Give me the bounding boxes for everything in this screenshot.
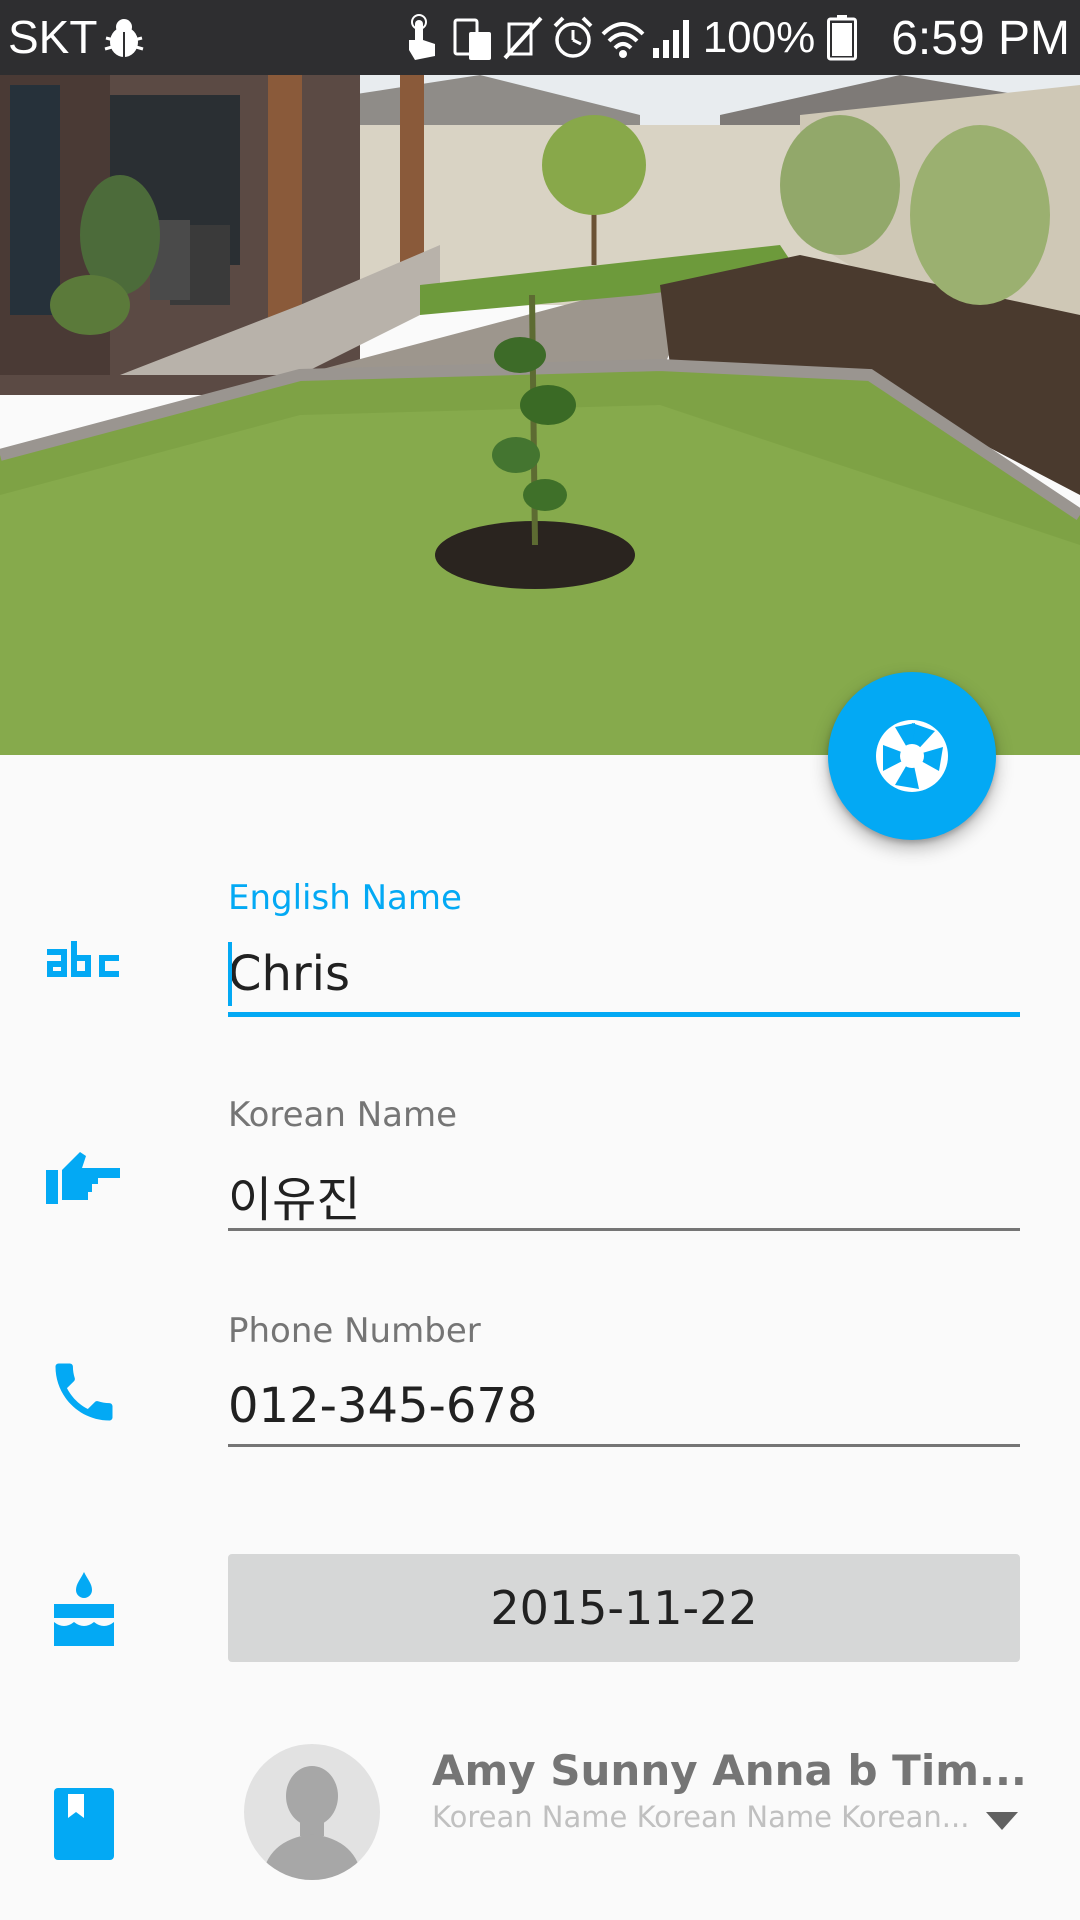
birthday-date-button[interactable]: 2015-11-22 bbox=[228, 1554, 1020, 1662]
korean-name-label: Korean Name bbox=[228, 1095, 458, 1135]
debug-bug-icon bbox=[104, 19, 144, 57]
touch-icon bbox=[408, 14, 435, 60]
contact-name: Amy Sunny Anna b Tim... bbox=[432, 1746, 1027, 1795]
korean-name-input[interactable]: 이유진 bbox=[228, 1160, 360, 1230]
thumb-point-icon bbox=[46, 1152, 120, 1204]
carrier-label: SKT bbox=[8, 11, 98, 63]
clock: 6:59 PM bbox=[891, 11, 1070, 65]
phone-underline bbox=[228, 1444, 1020, 1447]
camera-shutter-icon bbox=[876, 720, 948, 792]
default-person-icon bbox=[262, 1766, 362, 1880]
cake-icon bbox=[54, 1572, 114, 1646]
vibrate-off-icon bbox=[503, 16, 543, 60]
wifi-icon bbox=[601, 22, 645, 58]
battery-icon bbox=[827, 15, 858, 61]
camera-fab-button[interactable] bbox=[828, 672, 996, 840]
phone-input[interactable]: 012-345-678 bbox=[228, 1378, 538, 1434]
battery-percent: 100% bbox=[702, 13, 816, 62]
dropdown-arrow-icon[interactable] bbox=[986, 1812, 1018, 1832]
english-name-label: English Name bbox=[228, 878, 462, 918]
signal-icon bbox=[652, 20, 689, 58]
text-cursor bbox=[228, 942, 232, 1006]
avatar bbox=[244, 1744, 380, 1880]
english-name-underline bbox=[228, 1012, 1020, 1017]
korean-name-underline bbox=[228, 1228, 1020, 1231]
phone-icon bbox=[55, 1363, 113, 1421]
status-bar: SKT 100% 6:59 PM bbox=[0, 0, 1080, 75]
garden-photo[interactable] bbox=[0, 75, 1080, 755]
phone-label: Phone Number bbox=[228, 1311, 481, 1351]
alarm-icon bbox=[553, 16, 593, 58]
contact-subtitle: Korean Name Korean Name Korean... bbox=[432, 1800, 970, 1834]
abc-icon bbox=[47, 941, 119, 977]
screen-rotate-icon bbox=[453, 18, 491, 60]
english-name-input[interactable]: Chris bbox=[228, 946, 350, 1002]
